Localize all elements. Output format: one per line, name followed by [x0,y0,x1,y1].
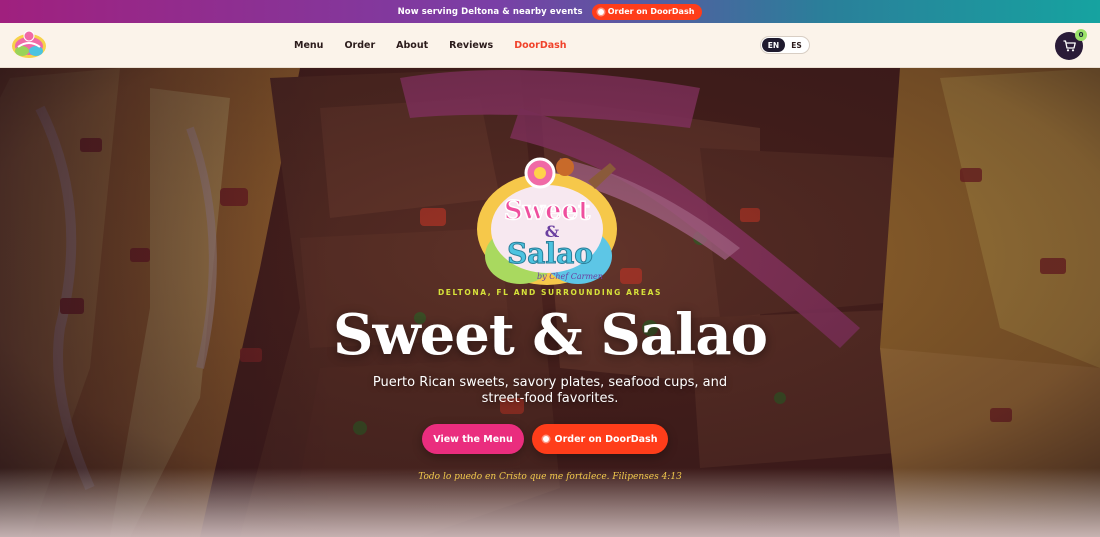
hero-section: Sweet & Salao by Chef Carmen DELTONA, FL… [0,68,1100,537]
main-nav: Menu Order About Reviews DoorDash [294,23,567,68]
lang-es-button[interactable]: ES [785,38,808,52]
cart-button[interactable]: 0 [1055,29,1087,60]
view-menu-button[interactable]: View the Menu [422,424,524,454]
nav-reviews[interactable]: Reviews [449,40,493,51]
hero-subtitle: Puerto Rican sweets, savory plates, seaf… [372,375,728,406]
cart-icon [1063,40,1076,52]
hero-verse: Todo lo puedo en Cristo que me fortalece… [418,472,682,482]
record-dot-icon [542,436,549,442]
cart-count-badge: 0 [1075,29,1087,41]
hero-doordash-button[interactable]: Order on DoorDash [532,424,668,454]
site-logo[interactable] [10,29,48,61]
nav-about[interactable]: About [396,40,428,51]
hero-eyebrow: DELTONA, FL AND SURROUNDING AREAS [437,288,663,297]
announcement-doordash-label: Order on DoorDash [607,7,695,16]
hero-title: Sweet & Salao [333,302,768,368]
hero-doordash-label: Order on DoorDash [554,433,658,445]
announcement-bar: Now serving Deltona & nearby events Orde… [0,0,1100,23]
announcement-doordash-button[interactable]: Order on DoorDash [591,3,703,20]
nav-doordash[interactable]: DoorDash [514,40,566,51]
announcement-message: Now serving Deltona & nearby events [397,6,583,17]
record-dot-icon [597,8,604,15]
hero-logo-tagline: by Chef Carmen [537,272,603,281]
site-header: Menu Order About Reviews DoorDash EN ES … [0,23,1100,68]
nav-order[interactable]: Order [344,40,375,51]
lang-en-button[interactable]: EN [762,38,785,52]
hero-logo-salao: Salao [507,237,593,270]
language-toggle: EN ES [760,36,810,54]
hero-logo: Sweet & Salao by Chef Carmen [477,157,617,285]
nav-menu[interactable]: Menu [294,40,323,51]
view-menu-label: View the Menu [433,433,513,445]
